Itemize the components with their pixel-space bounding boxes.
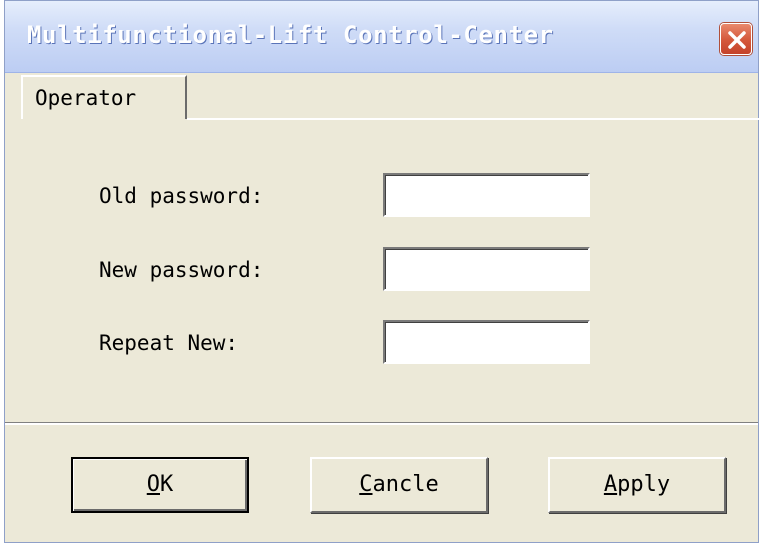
tab-operator[interactable]: Operator bbox=[21, 75, 187, 119]
old-password-field[interactable] bbox=[383, 173, 590, 217]
dialog-window: Multifunctional-Lift Control-Center Oper… bbox=[4, 0, 760, 543]
tab-panel-border bbox=[187, 118, 760, 120]
old-password-label: Old password: bbox=[99, 184, 264, 208]
apply-button[interactable]: Apply bbox=[548, 457, 726, 513]
new-password-label: New password: bbox=[99, 258, 264, 282]
apply-rest: pply bbox=[617, 472, 671, 497]
ok-button[interactable]: OK bbox=[71, 457, 249, 513]
cancel-rest: ancle bbox=[372, 472, 439, 497]
repeat-new-field[interactable] bbox=[383, 320, 590, 364]
ok-accel: O bbox=[146, 472, 160, 497]
apply-accel: A bbox=[603, 472, 618, 497]
repeat-new-label: Repeat New: bbox=[99, 331, 239, 355]
title-bar[interactable]: Multifunctional-Lift Control-Center bbox=[5, 1, 758, 73]
ok-rest: K bbox=[160, 472, 174, 497]
new-password-field[interactable] bbox=[383, 247, 590, 291]
separator bbox=[5, 422, 758, 425]
cancel-accel: C bbox=[359, 472, 373, 497]
tab-label: Operator bbox=[35, 86, 137, 110]
close-icon bbox=[728, 31, 746, 49]
window-title: Multifunctional-Lift Control-Center bbox=[27, 21, 554, 49]
cancel-button[interactable]: Cancle bbox=[310, 457, 488, 513]
close-button[interactable] bbox=[720, 23, 752, 55]
